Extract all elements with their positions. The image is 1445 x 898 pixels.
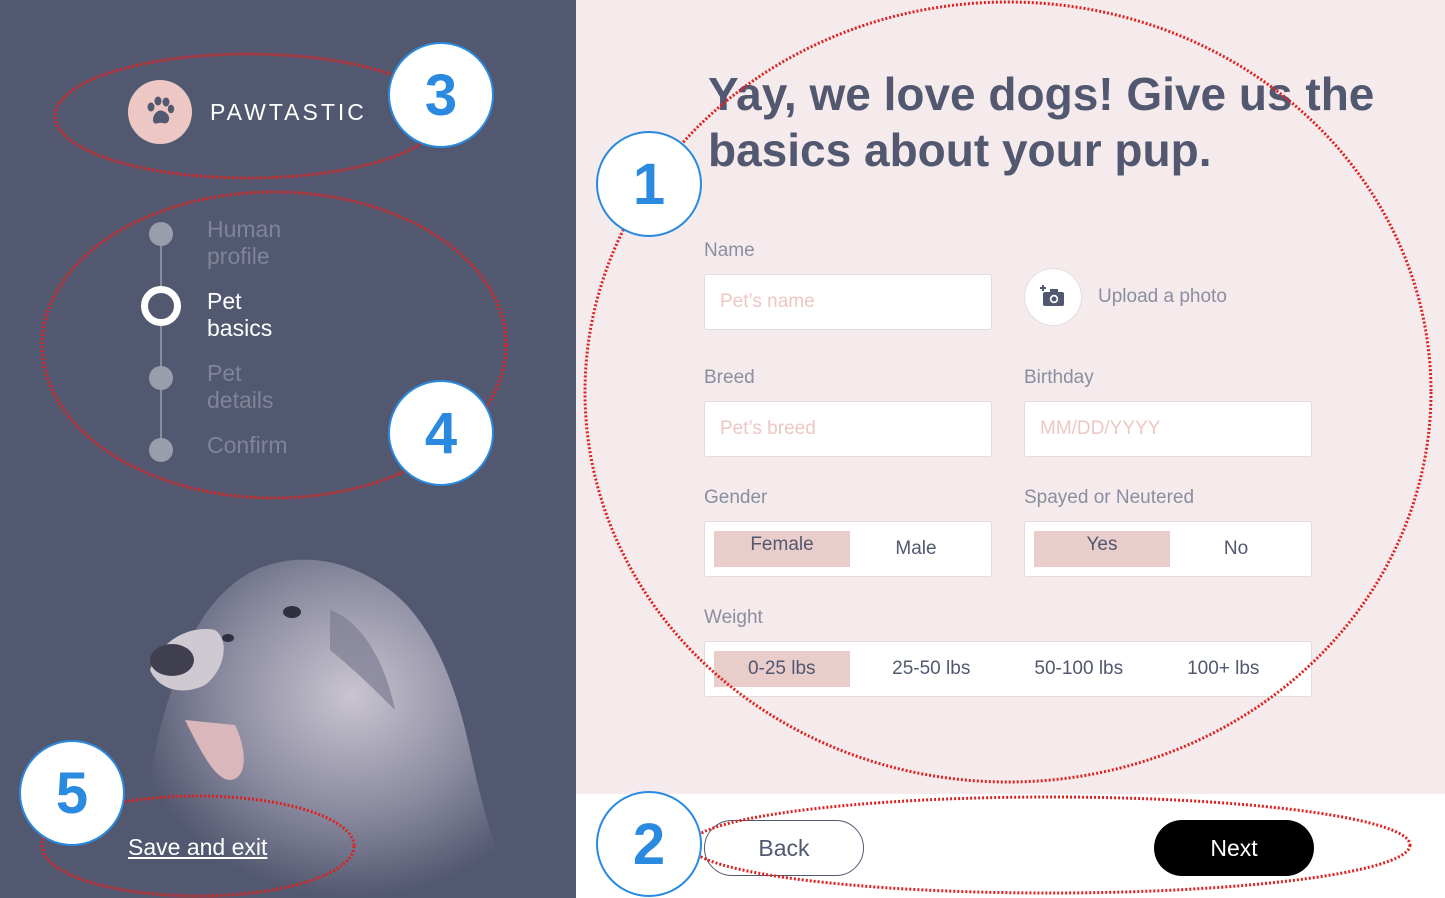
weight-option-50-100[interactable]: 50-100 lbs <box>1013 651 1145 687</box>
step-human-profile[interactable]: Human profile <box>207 216 281 270</box>
weight-option-0-25[interactable]: 0-25 lbs <box>714 651 850 687</box>
birthday-label: Birthday <box>1024 367 1094 388</box>
gender-option-male[interactable]: Male <box>850 531 982 567</box>
step-pet-basics[interactable]: Pet basics <box>207 288 272 342</box>
weight-toggle: 0-25 lbs 25-50 lbs 50-100 lbs 100+ lbs <box>704 641 1312 697</box>
gender-toggle: Female Male <box>704 521 992 577</box>
camera-add-icon <box>1024 268 1082 326</box>
gender-label: Gender <box>704 487 768 508</box>
annotation-badge-3: 3 <box>388 42 494 148</box>
upload-photo-label: Upload a photo <box>1098 286 1227 307</box>
spayed-toggle: Yes No <box>1024 521 1312 577</box>
annotation-badge-2: 2 <box>596 791 702 897</box>
spayed-option-yes[interactable]: Yes <box>1034 531 1170 567</box>
breed-field-box <box>704 401 992 457</box>
weight-option-100-plus[interactable]: 100+ lbs <box>1145 651 1302 687</box>
weight-label: Weight <box>704 607 763 628</box>
step-confirm[interactable]: Confirm <box>207 432 288 459</box>
annotation-badge-1: 1 <box>596 131 702 237</box>
paw-icon <box>128 80 192 144</box>
footer-nav: Back Next <box>576 794 1445 898</box>
brand-logo: PAWTASTIC <box>128 80 367 144</box>
brand-name: PAWTASTIC <box>210 98 367 125</box>
birthday-input[interactable] <box>1025 402 1311 456</box>
annotation-badge-4: 4 <box>388 380 494 486</box>
name-field-box <box>704 274 992 330</box>
step-dot-human-profile <box>149 222 173 246</box>
step-dot-confirm <box>149 438 173 462</box>
next-button[interactable]: Next <box>1154 820 1314 876</box>
name-input[interactable] <box>705 275 991 329</box>
step-pet-details[interactable]: Pet details <box>207 360 273 414</box>
breed-label: Breed <box>704 367 755 388</box>
annotation-badge-5: 5 <box>19 740 125 846</box>
spayed-option-no[interactable]: No <box>1170 531 1302 567</box>
upload-photo-button[interactable]: Upload a photo <box>1024 268 1227 326</box>
back-button[interactable]: Back <box>704 820 864 876</box>
name-label: Name <box>704 240 755 261</box>
step-dot-pet-basics <box>141 286 181 326</box>
weight-option-25-50[interactable]: 25-50 lbs <box>850 651 1013 687</box>
save-exit-link[interactable]: Save and exit <box>128 834 267 861</box>
breed-input[interactable] <box>705 402 991 456</box>
form-panel: Yay, we love dogs! Give us the basics ab… <box>576 0 1445 794</box>
steps-connector <box>160 234 162 450</box>
page-title: Yay, we love dogs! Give us the basics ab… <box>708 68 1375 176</box>
birthday-field-box <box>1024 401 1312 457</box>
spayed-label: Spayed or Neutered <box>1024 487 1195 508</box>
gender-option-female[interactable]: Female <box>714 531 850 567</box>
step-dot-pet-details <box>149 366 173 390</box>
